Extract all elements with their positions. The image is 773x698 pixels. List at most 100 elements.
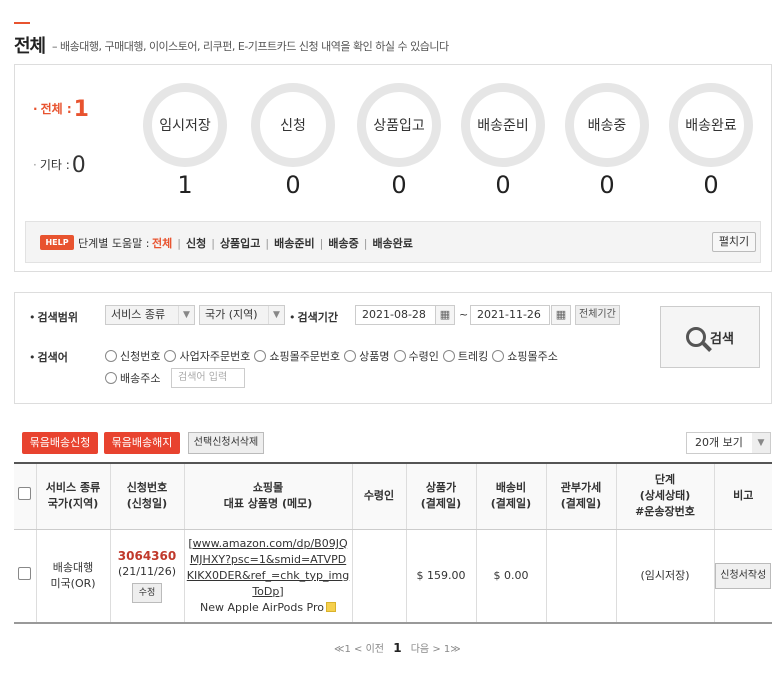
mall-url-link[interactable]: [www.amazon.com/dp/B09JQMJHXY?psc=1&smid… (187, 536, 350, 600)
stage-circle-received[interactable]: 상품입고 (357, 83, 441, 167)
stage-circle-prep[interactable]: 배송준비 (461, 83, 545, 167)
row-note-cell: 신청서작성 (714, 529, 772, 623)
stage-circle-request[interactable]: 신청 (251, 83, 335, 167)
radio-shipping-address[interactable]: 배송주소 (105, 370, 160, 386)
row-select-cell (14, 529, 37, 623)
chevron-down-icon: ▼ (178, 306, 194, 324)
other-count: 0 (71, 153, 86, 178)
next-page-link[interactable]: 다음 > (411, 644, 441, 655)
separator: | (363, 237, 368, 250)
other-stat[interactable]: · 기타 :0 (33, 153, 86, 178)
select-all-header (14, 463, 37, 530)
stage-count-prep: 0 (495, 171, 511, 199)
row-price: $ 159.00 (406, 529, 477, 623)
radio-tracking[interactable]: 트레킹 (442, 348, 488, 364)
separator: | (177, 237, 181, 250)
header-note: 비고 (714, 463, 772, 530)
help-link-received[interactable]: 상품입고 (220, 237, 260, 250)
separator: | (265, 237, 270, 250)
total-label: 전체 : (40, 102, 72, 116)
bundle-cancel-button[interactable]: 묶음배송해지 (104, 432, 180, 454)
country-select[interactable]: 국가 (지역) ▼ (199, 305, 285, 325)
stage-count-temp: 1 (177, 171, 193, 199)
search-button[interactable]: 검색 (660, 306, 760, 368)
search-panel: • 검색범위 서비스 종류 ▼ 국가 (지역) ▼ • 검색기간 2021-08-28 … (14, 292, 772, 404)
help-link-delivered[interactable]: 배송완료 (372, 237, 412, 250)
radio-app-no[interactable]: 신청번호 (105, 348, 160, 364)
radio-mall-address[interactable]: 쇼핑몰주소 (492, 348, 558, 364)
separator: | (319, 237, 324, 250)
bullet-icon: · (33, 158, 37, 172)
calendar-icon[interactable]: ▦ (551, 305, 571, 325)
search-period-label: • 검색기간 (289, 311, 338, 324)
radio-receiver[interactable]: 수령인 (393, 348, 439, 364)
date-from-input[interactable]: 2021-08-28 (355, 305, 437, 325)
all-period-button[interactable]: 전체기간 (575, 305, 620, 325)
stage-count-request: 0 (285, 171, 301, 199)
stage-circle-shipping[interactable]: 배송중 (565, 83, 649, 167)
stage-count-received: 0 (391, 171, 407, 199)
row-app-no-cell: 3064360 (21/11/26) 수정 (110, 529, 185, 623)
keyword-input[interactable]: 검색어 입력 (171, 368, 245, 388)
row-checkbox[interactable] (18, 566, 32, 580)
help-link-request[interactable]: 신청 (186, 237, 206, 250)
prev-page-link[interactable]: < 이전 (354, 644, 384, 655)
header-price: 상품가 (결제일) (406, 463, 477, 530)
header-service: 서비스 종류 국가(지역) (36, 463, 111, 530)
row-stage: (임시저장) (616, 529, 715, 623)
stage-circle-temp[interactable]: 임시저장 (143, 83, 227, 167)
row-app-no[interactable]: 3064360 (111, 548, 184, 564)
help-link-shipping[interactable]: 배송중 (328, 237, 358, 250)
help-label: 단계별 도움말 : (78, 237, 150, 250)
last-page-link[interactable]: 1≫ (444, 644, 461, 655)
memo-icon[interactable] (326, 601, 337, 612)
date-range-separator: ~ (459, 308, 469, 321)
row-receiver (352, 529, 407, 623)
status-summary: · 전체 :1 · 기타 :0 임시저장 1 신청 0 상품입고 0 배송준비 0 … (14, 64, 772, 272)
radio-mall-order-no[interactable]: 쇼핑몰주문번호 (254, 348, 340, 364)
stage-count-shipping: 0 (599, 171, 615, 199)
bundle-request-button[interactable]: 묶음배송신청 (22, 432, 98, 454)
row-service-cell: 배송대행 미국(OR) (36, 529, 111, 623)
delete-selected-button[interactable]: 선택신청서삭제 (188, 432, 264, 454)
row-app-date: (21/11/26) (118, 565, 176, 579)
status-summary-top: · 전체 :1 · 기타 :0 임시저장 1 신청 0 상품입고 0 배송준비 0 … (15, 65, 771, 220)
total-count: 1 (73, 97, 89, 122)
application-table: 서비스 종류 국가(지역) 신청번호 (신청일) 쇼핑몰 대표 상품명 (메모) 수령… (14, 462, 772, 624)
row-shipping: $ 0.00 (476, 529, 547, 623)
calendar-icon[interactable]: ▦ (435, 305, 455, 325)
per-page-select[interactable]: 20개 보기 ▼ (686, 432, 771, 454)
header-shipping: 배송비 (결제일) (476, 463, 547, 530)
help-links: 전체 | 신청 | 상품입고 | 배송준비 | 배송중 | 배송완료 (152, 235, 413, 251)
row-country: 미국(OR) (50, 576, 96, 590)
current-page: 1 (393, 641, 402, 655)
edit-button[interactable]: 수정 (131, 583, 163, 604)
stage-circle-delivered[interactable]: 배송완료 (669, 83, 753, 167)
help-link-prep[interactable]: 배송준비 (274, 237, 314, 250)
keyword-type-options: 신청번호 사업자주문번호 쇼핑몰주문번호 상품명 수령인 트레킹 쇼핑몰주소 (105, 348, 562, 364)
row-mall-cell: [www.amazon.com/dp/B09JQMJHXY?psc=1&smid… (184, 529, 353, 623)
stage-count-delivered: 0 (703, 171, 719, 199)
product-name-line: New Apple AirPods Pro (187, 600, 350, 616)
chevron-down-icon: ▼ (268, 306, 284, 324)
radio-biz-order-no[interactable]: 사업자주문번호 (164, 348, 250, 364)
row-tax (546, 529, 617, 623)
select-all-checkbox[interactable] (18, 487, 32, 501)
header-mall: 쇼핑몰 대표 상품명 (메모) (184, 463, 353, 530)
fold-button[interactable]: 펼치기 (712, 232, 756, 252)
keyword-type-options-row2: 배송주소 (105, 370, 164, 386)
service-type-select[interactable]: 서비스 종류 ▼ (105, 305, 195, 325)
header-stage: 단계 (상세상태) #운송장번호 (616, 463, 715, 530)
page-title: 전체 (14, 36, 46, 57)
help-link-all[interactable]: 전체 (152, 237, 172, 250)
date-to-input[interactable]: 2021-11-26 (470, 305, 550, 325)
radio-product-name[interactable]: 상품명 (344, 348, 390, 364)
search-icon (686, 327, 707, 347)
title-accent-bar (14, 22, 30, 24)
first-page-link[interactable]: ≪1 (334, 644, 351, 655)
bullet-icon: · (33, 102, 38, 116)
pagination: ≪1 < 이전 1 다음 > 1≫ (334, 640, 461, 655)
total-stat[interactable]: · 전체 :1 (33, 97, 89, 122)
header-receiver: 수령인 (352, 463, 407, 530)
write-application-button[interactable]: 신청서작성 (715, 562, 772, 589)
